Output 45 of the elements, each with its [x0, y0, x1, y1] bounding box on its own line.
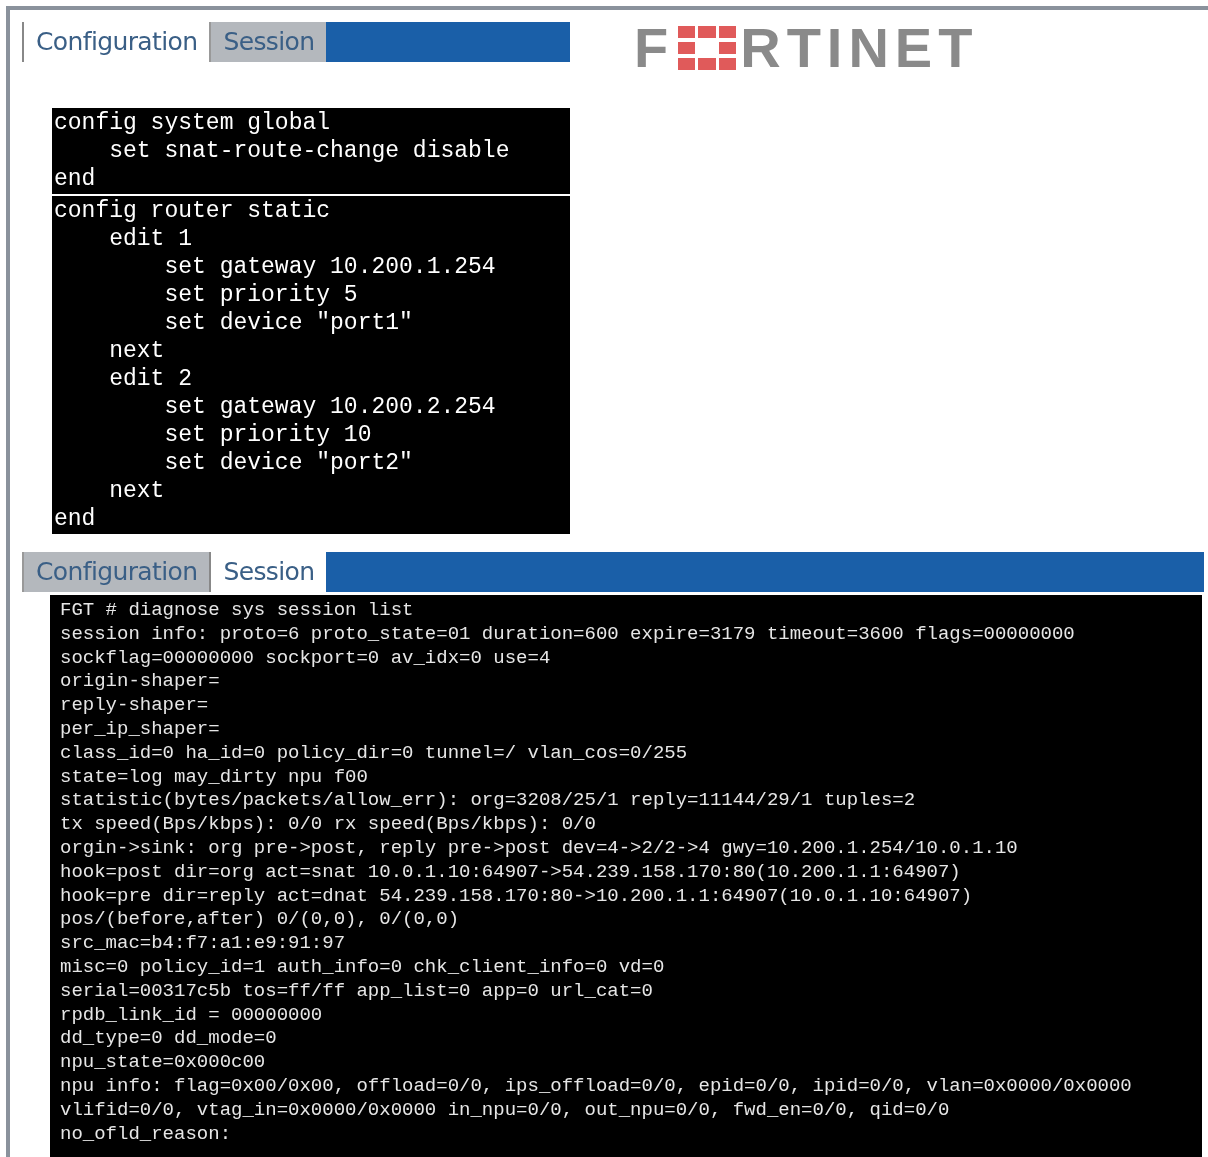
logo-text: F [634, 20, 675, 76]
code-line: set gateway 10.200.2.254 [163, 393, 497, 421]
code-line: end [53, 165, 97, 193]
terminal-line: sockflag=00000000 sockport=0 av_idx=0 use=4 [60, 646, 552, 671]
terminal-line: npu_state=0x000c00 [60, 1051, 267, 1075]
terminal-line: class_id=0 ha_id=0 policy_dir=0 tunnel=/ vlan_cos=0/255 [60, 741, 689, 766]
terminal-line: pos/(before,after) 0/(0,0), 0/(0,0) [60, 908, 461, 933]
terminal-line: vlifid=0/0, vtag_in=0x0000/0x0000 in_npu=0/0, out_npu=0/0, fwd_en=0/0, qid=0/0 [60, 1098, 951, 1123]
tab[interactable]: Session [209, 552, 327, 592]
terminal-line: hook=pre dir=reply act=dnat 54.239.158.170:80->10.200.1.1:64907(10.0.1.10:64907) [60, 884, 974, 909]
tab[interactable]: Configuration [22, 552, 210, 592]
code-line: set device "port2" [163, 449, 414, 477]
terminal-line: session info: proto=6 proto_state=01 duration=600 expire=3179 timeout=3600 flags=00000000 [60, 622, 1076, 647]
code-line: next [108, 337, 166, 365]
terminal-line: orgin->sink: org pre->post, reply pre->post dev=4->2/2->4 gwy=10.200.1.254/10.0.1.10 [60, 836, 1019, 861]
code-line: set snat-route-change disable [108, 137, 511, 165]
terminal-line: tx speed(Bps/kbps): 0/0 rx speed(Bps/kbps): 0/0 [60, 813, 597, 837]
code-line: config system global [53, 109, 332, 137]
terminal-line: FGT # diagnose sys session list [60, 599, 415, 623]
terminal-line: serial=00317c5b tos=ff/ff app_list=0 app=0 url_cat=0 [60, 979, 654, 1004]
terminal-line: per_ip_shaper= [60, 718, 221, 742]
terminal-line: no_ofld_reason: [60, 1122, 233, 1147]
terminal-line: rpdb_link_id = 00000000 [60, 1003, 324, 1028]
terminal-line: statistic(bytes/packets/allow_err): org=3208/25/1 reply=11144/29/1 tuples=2 [60, 789, 917, 814]
terminal-line: npu info: flag=0x00/0x00, offload=0/0, ips_offload=0/0, epid=0/0, ipid=0/0, vlan=0x0000/0x0000 [60, 1074, 1133, 1099]
code-line: edit 2 [108, 365, 194, 393]
code-line: set device "port1" [163, 309, 414, 337]
tab[interactable]: Configuration [22, 22, 210, 62]
terminal-line: dd_type=0 dd_mode=0 [60, 1027, 278, 1052]
code-line: set gateway 10.200.1.254 [163, 253, 497, 281]
terminal-line: src_mac=b4:f7:a1:e9:91:97 [60, 932, 347, 956]
code-line: end [53, 505, 97, 533]
terminal-line: misc=0 policy_id=1 auth_info=0 chk_client_info=0 vd=0 [60, 955, 666, 980]
code-line: edit 1 [108, 225, 194, 253]
code-line: next [108, 477, 166, 505]
terminal-line: hook=post dir=org act=snat 10.0.1.10:64907->54.239.158.170:80(10.200.1.1:64907) [60, 860, 962, 885]
code-line: set priority 5 [163, 281, 359, 309]
terminal-line: origin-shaper= [60, 670, 221, 695]
terminal-line: reply-shaper= [60, 694, 210, 718]
code-line: config router static [53, 197, 332, 225]
tab[interactable]: Session [209, 22, 327, 62]
logo-text: RTINET [740, 20, 979, 76]
code-line: set priority 10 [163, 421, 373, 449]
logo-grid-icon [678, 26, 737, 70]
terminal-line: state=log may_dirty npu f00 [60, 765, 369, 790]
